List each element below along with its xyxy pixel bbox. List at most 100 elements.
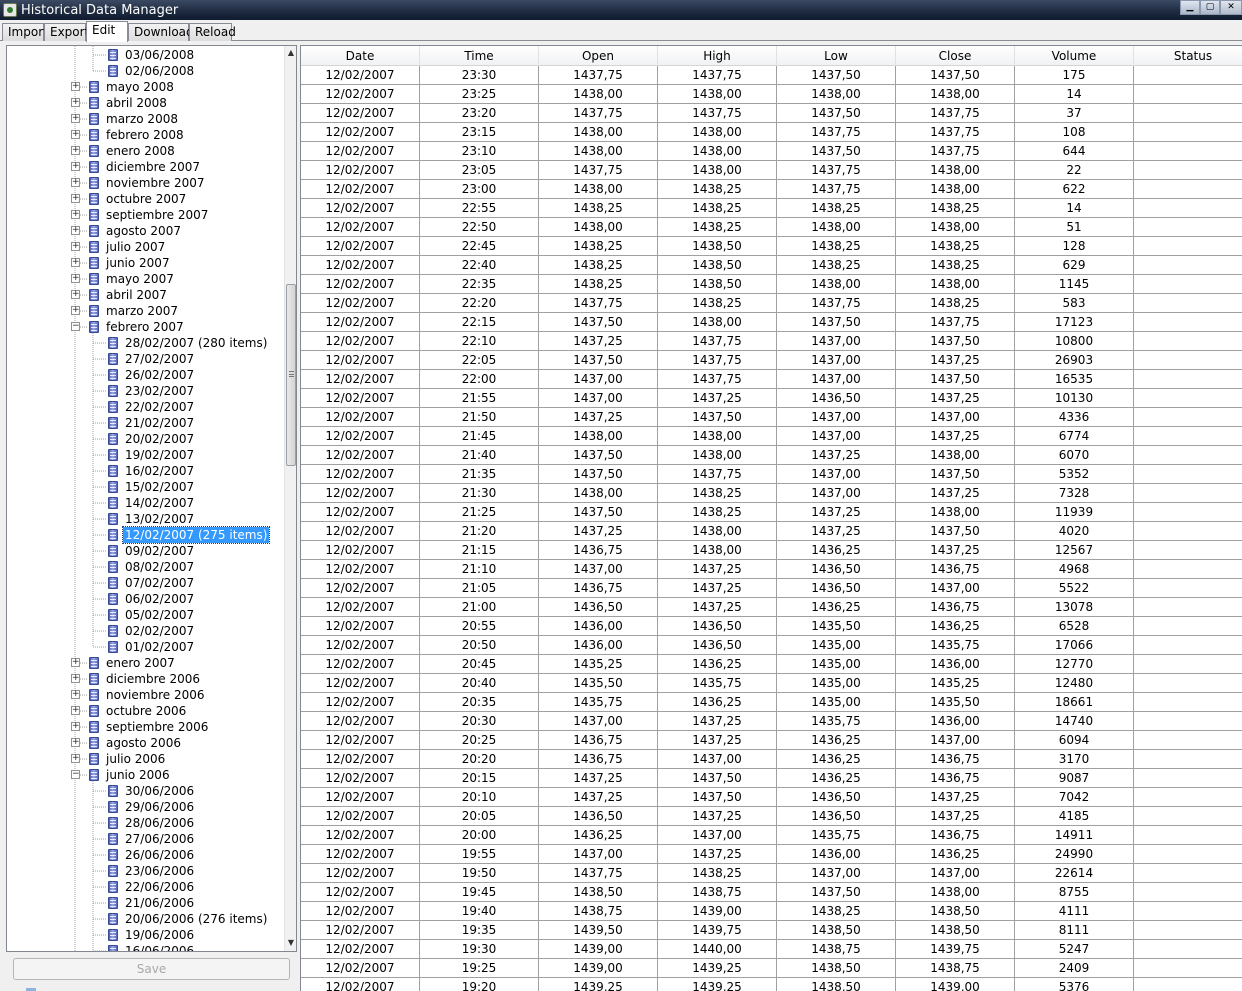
cell-volume[interactable]: 14740 xyxy=(1015,712,1134,730)
cell-high[interactable]: 1437,50 xyxy=(658,788,777,806)
cell-volume[interactable]: 4336 xyxy=(1015,408,1134,426)
cell-time[interactable]: 19:25 xyxy=(420,959,539,977)
cell-time[interactable]: 19:35 xyxy=(420,921,539,939)
cell-high[interactable]: 1436,50 xyxy=(658,636,777,654)
table-row[interactable]: 12/02/2007 19:30 1439,00 1440,00 1438,75 1439… xyxy=(301,940,1242,959)
cell-low[interactable]: 1436,50 xyxy=(777,579,896,597)
cell-low[interactable]: 1436,25 xyxy=(777,598,896,616)
table-row[interactable]: 12/02/2007 21:10 1437,00 1437,25 1436,50 1436… xyxy=(301,560,1242,579)
cell-date[interactable]: 12/02/2007 xyxy=(301,180,420,198)
cell-close[interactable]: 1439,75 xyxy=(896,940,1015,958)
table-row[interactable]: 12/02/2007 21:15 1436,75 1438,00 1436,25 1437… xyxy=(301,541,1242,560)
cell-open[interactable]: 1436,50 xyxy=(539,598,658,616)
table-row[interactable]: 12/02/2007 20:05 1436,50 1437,25 1436,50 1437… xyxy=(301,807,1242,826)
cell-time[interactable]: 20:15 xyxy=(420,769,539,787)
cell-date[interactable]: 12/02/2007 xyxy=(301,712,420,730)
cell-close[interactable]: 1438,00 xyxy=(896,180,1015,198)
cell-open[interactable]: 1436,50 xyxy=(539,807,658,825)
cell-open[interactable]: 1437,50 xyxy=(539,446,658,464)
cell-close[interactable]: 1437,75 xyxy=(896,104,1015,122)
table-row[interactable]: 12/02/2007 21:50 1437,25 1437,50 1437,00 1437… xyxy=(301,408,1242,427)
cell-low[interactable]: 1438,00 xyxy=(777,218,896,236)
cell-volume[interactable]: 37 xyxy=(1015,104,1134,122)
cell-open[interactable]: 1437,75 xyxy=(539,66,658,84)
cell-time[interactable]: 20:20 xyxy=(420,750,539,768)
cell-low[interactable]: 1435,00 xyxy=(777,674,896,692)
cell-low[interactable]: 1436,00 xyxy=(777,845,896,863)
cell-open[interactable]: 1438,00 xyxy=(539,123,658,141)
table-row[interactable]: 12/02/2007 23:25 1438,00 1438,00 1438,00 1438… xyxy=(301,85,1242,104)
cell-low[interactable]: 1437,75 xyxy=(777,161,896,179)
cell-status[interactable] xyxy=(1134,731,1242,749)
cell-volume[interactable]: 6070 xyxy=(1015,446,1134,464)
cell-date[interactable]: 12/02/2007 xyxy=(301,370,420,388)
cell-date[interactable]: 12/02/2007 xyxy=(301,85,420,103)
cell-volume[interactable]: 629 xyxy=(1015,256,1134,274)
cell-date[interactable]: 12/02/2007 xyxy=(301,446,420,464)
cell-high[interactable]: 1438,00 xyxy=(658,85,777,103)
cell-high[interactable]: 1437,00 xyxy=(658,826,777,844)
cell-status[interactable] xyxy=(1134,465,1242,483)
cell-high[interactable]: 1438,25 xyxy=(658,294,777,312)
cell-status[interactable] xyxy=(1134,864,1242,882)
cell-status[interactable] xyxy=(1134,541,1242,559)
cell-open[interactable]: 1437,00 xyxy=(539,845,658,863)
cell-close[interactable]: 1435,50 xyxy=(896,693,1015,711)
cell-status[interactable] xyxy=(1134,85,1242,103)
cell-low[interactable]: 1438,50 xyxy=(777,921,896,939)
cell-status[interactable] xyxy=(1134,275,1242,293)
cell-volume[interactable]: 22 xyxy=(1015,161,1134,179)
cell-time[interactable]: 20:35 xyxy=(420,693,539,711)
cell-volume[interactable]: 644 xyxy=(1015,142,1134,160)
cell-high[interactable]: 1439,25 xyxy=(658,959,777,977)
date-tree[interactable]: 03/06/2008 02/06/2008 + mayo 2008 + abril 200… xyxy=(6,45,297,952)
cell-high[interactable]: 1438,25 xyxy=(658,218,777,236)
cell-high[interactable]: 1439,75 xyxy=(658,921,777,939)
cell-close[interactable]: 1437,50 xyxy=(896,66,1015,84)
cell-close[interactable]: 1438,00 xyxy=(896,275,1015,293)
cell-time[interactable]: 22:20 xyxy=(420,294,539,312)
cell-status[interactable] xyxy=(1134,427,1242,445)
cell-close[interactable]: 1437,50 xyxy=(896,522,1015,540)
cell-time[interactable]: 21:45 xyxy=(420,427,539,445)
cell-volume[interactable]: 17066 xyxy=(1015,636,1134,654)
cell-open[interactable]: 1436,75 xyxy=(539,731,658,749)
cell-date[interactable]: 12/02/2007 xyxy=(301,313,420,331)
table-row[interactable]: 12/02/2007 20:20 1436,75 1437,00 1436,25 1436… xyxy=(301,750,1242,769)
table-row[interactable]: 12/02/2007 21:55 1437,00 1437,25 1436,50 1437… xyxy=(301,389,1242,408)
data-grid[interactable]: Date Time Open High Low Close Volume Status 12/… xyxy=(300,45,1242,991)
cell-time[interactable]: 20:00 xyxy=(420,826,539,844)
cell-low[interactable]: 1436,25 xyxy=(777,769,896,787)
cell-high[interactable]: 1438,25 xyxy=(658,503,777,521)
cell-open[interactable]: 1436,00 xyxy=(539,617,658,635)
cell-volume[interactable]: 18661 xyxy=(1015,693,1134,711)
cell-status[interactable] xyxy=(1134,180,1242,198)
column-header-close[interactable]: Close xyxy=(896,46,1015,66)
cell-low[interactable]: 1437,25 xyxy=(777,446,896,464)
expand-icon[interactable]: + xyxy=(71,210,80,219)
cell-open[interactable]: 1436,75 xyxy=(539,579,658,597)
cell-date[interactable]: 12/02/2007 xyxy=(301,826,420,844)
cell-open[interactable]: 1438,25 xyxy=(539,275,658,293)
cell-low[interactable]: 1437,50 xyxy=(777,142,896,160)
expand-icon[interactable]: + xyxy=(71,674,80,683)
cell-time[interactable]: 20:05 xyxy=(420,807,539,825)
cell-close[interactable]: 1436,00 xyxy=(896,655,1015,673)
cell-low[interactable]: 1437,00 xyxy=(777,465,896,483)
cell-high[interactable]: 1437,75 xyxy=(658,332,777,350)
cell-volume[interactable]: 22614 xyxy=(1015,864,1134,882)
cell-date[interactable]: 12/02/2007 xyxy=(301,104,420,122)
cell-close[interactable]: 1437,75 xyxy=(896,142,1015,160)
cell-close[interactable]: 1437,25 xyxy=(896,389,1015,407)
cell-high[interactable]: 1438,00 xyxy=(658,446,777,464)
table-row[interactable]: 12/02/2007 19:55 1437,00 1437,25 1436,00 1436… xyxy=(301,845,1242,864)
cell-high[interactable]: 1438,25 xyxy=(658,180,777,198)
table-row[interactable]: 12/02/2007 22:20 1437,75 1438,25 1437,75 1438… xyxy=(301,294,1242,313)
cell-status[interactable] xyxy=(1134,769,1242,787)
cell-time[interactable]: 22:35 xyxy=(420,275,539,293)
cell-high[interactable]: 1438,25 xyxy=(658,864,777,882)
cell-high[interactable]: 1438,25 xyxy=(658,484,777,502)
expand-icon[interactable]: + xyxy=(71,738,80,747)
expand-icon[interactable]: + xyxy=(71,658,80,667)
cell-close[interactable]: 1438,25 xyxy=(896,294,1015,312)
